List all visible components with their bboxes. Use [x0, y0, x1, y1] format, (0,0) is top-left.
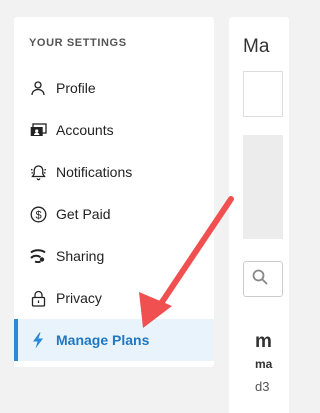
- sidebar-item-label: Privacy: [56, 290, 102, 306]
- plan-card-subtitle: ma: [255, 357, 273, 371]
- settings-screen: YOUR SETTINGS Profile Accounts Notificat…: [0, 0, 289, 413]
- sidebar-heading: YOUR SETTINGS: [29, 37, 127, 49]
- plan-card-title: m: [255, 331, 272, 352]
- sidebar-item-profile[interactable]: Profile: [14, 67, 214, 109]
- sidebar-item-label: Accounts: [56, 122, 114, 138]
- sidebar-item-notifications[interactable]: Notifications: [14, 151, 214, 193]
- sidebar-item-label: Profile: [56, 80, 96, 96]
- main-panel: Ma m ma d3: [229, 17, 289, 413]
- search-icon: [252, 269, 268, 290]
- page-title: Ma: [243, 36, 270, 57]
- lightning-icon: [29, 331, 47, 349]
- sidebar-item-sharing[interactable]: Sharing: [14, 235, 214, 277]
- plan-card-detail: d3: [255, 379, 270, 394]
- sidebar-item-label: Sharing: [56, 248, 105, 264]
- lock-icon: [29, 289, 47, 307]
- sidebar-item-get-paid[interactable]: $ Get Paid: [14, 193, 214, 235]
- user-icon: [29, 79, 47, 97]
- plan-summary-panel: [243, 135, 283, 239]
- search-input[interactable]: [243, 261, 283, 297]
- sidebar-item-label: Notifications: [56, 164, 133, 180]
- svg-text:$: $: [35, 209, 41, 221]
- settings-sidebar: YOUR SETTINGS Profile Accounts Notificat…: [14, 17, 214, 367]
- sidebar-item-privacy[interactable]: Privacy: [14, 277, 214, 319]
- bell-icon: [29, 163, 47, 181]
- plan-card[interactable]: m ma d3: [243, 317, 283, 413]
- dollar-icon: $: [29, 205, 47, 223]
- sidebar-item-manage-plans[interactable]: Manage Plans: [14, 319, 214, 361]
- accounts-icon: [29, 121, 47, 139]
- sidebar-item-label: Manage Plans: [56, 332, 150, 348]
- sidebar-item-accounts[interactable]: Accounts: [14, 109, 214, 151]
- plan-selector-box[interactable]: [243, 71, 283, 117]
- sidebar-item-label: Get Paid: [56, 206, 111, 222]
- share-icon: [29, 247, 47, 265]
